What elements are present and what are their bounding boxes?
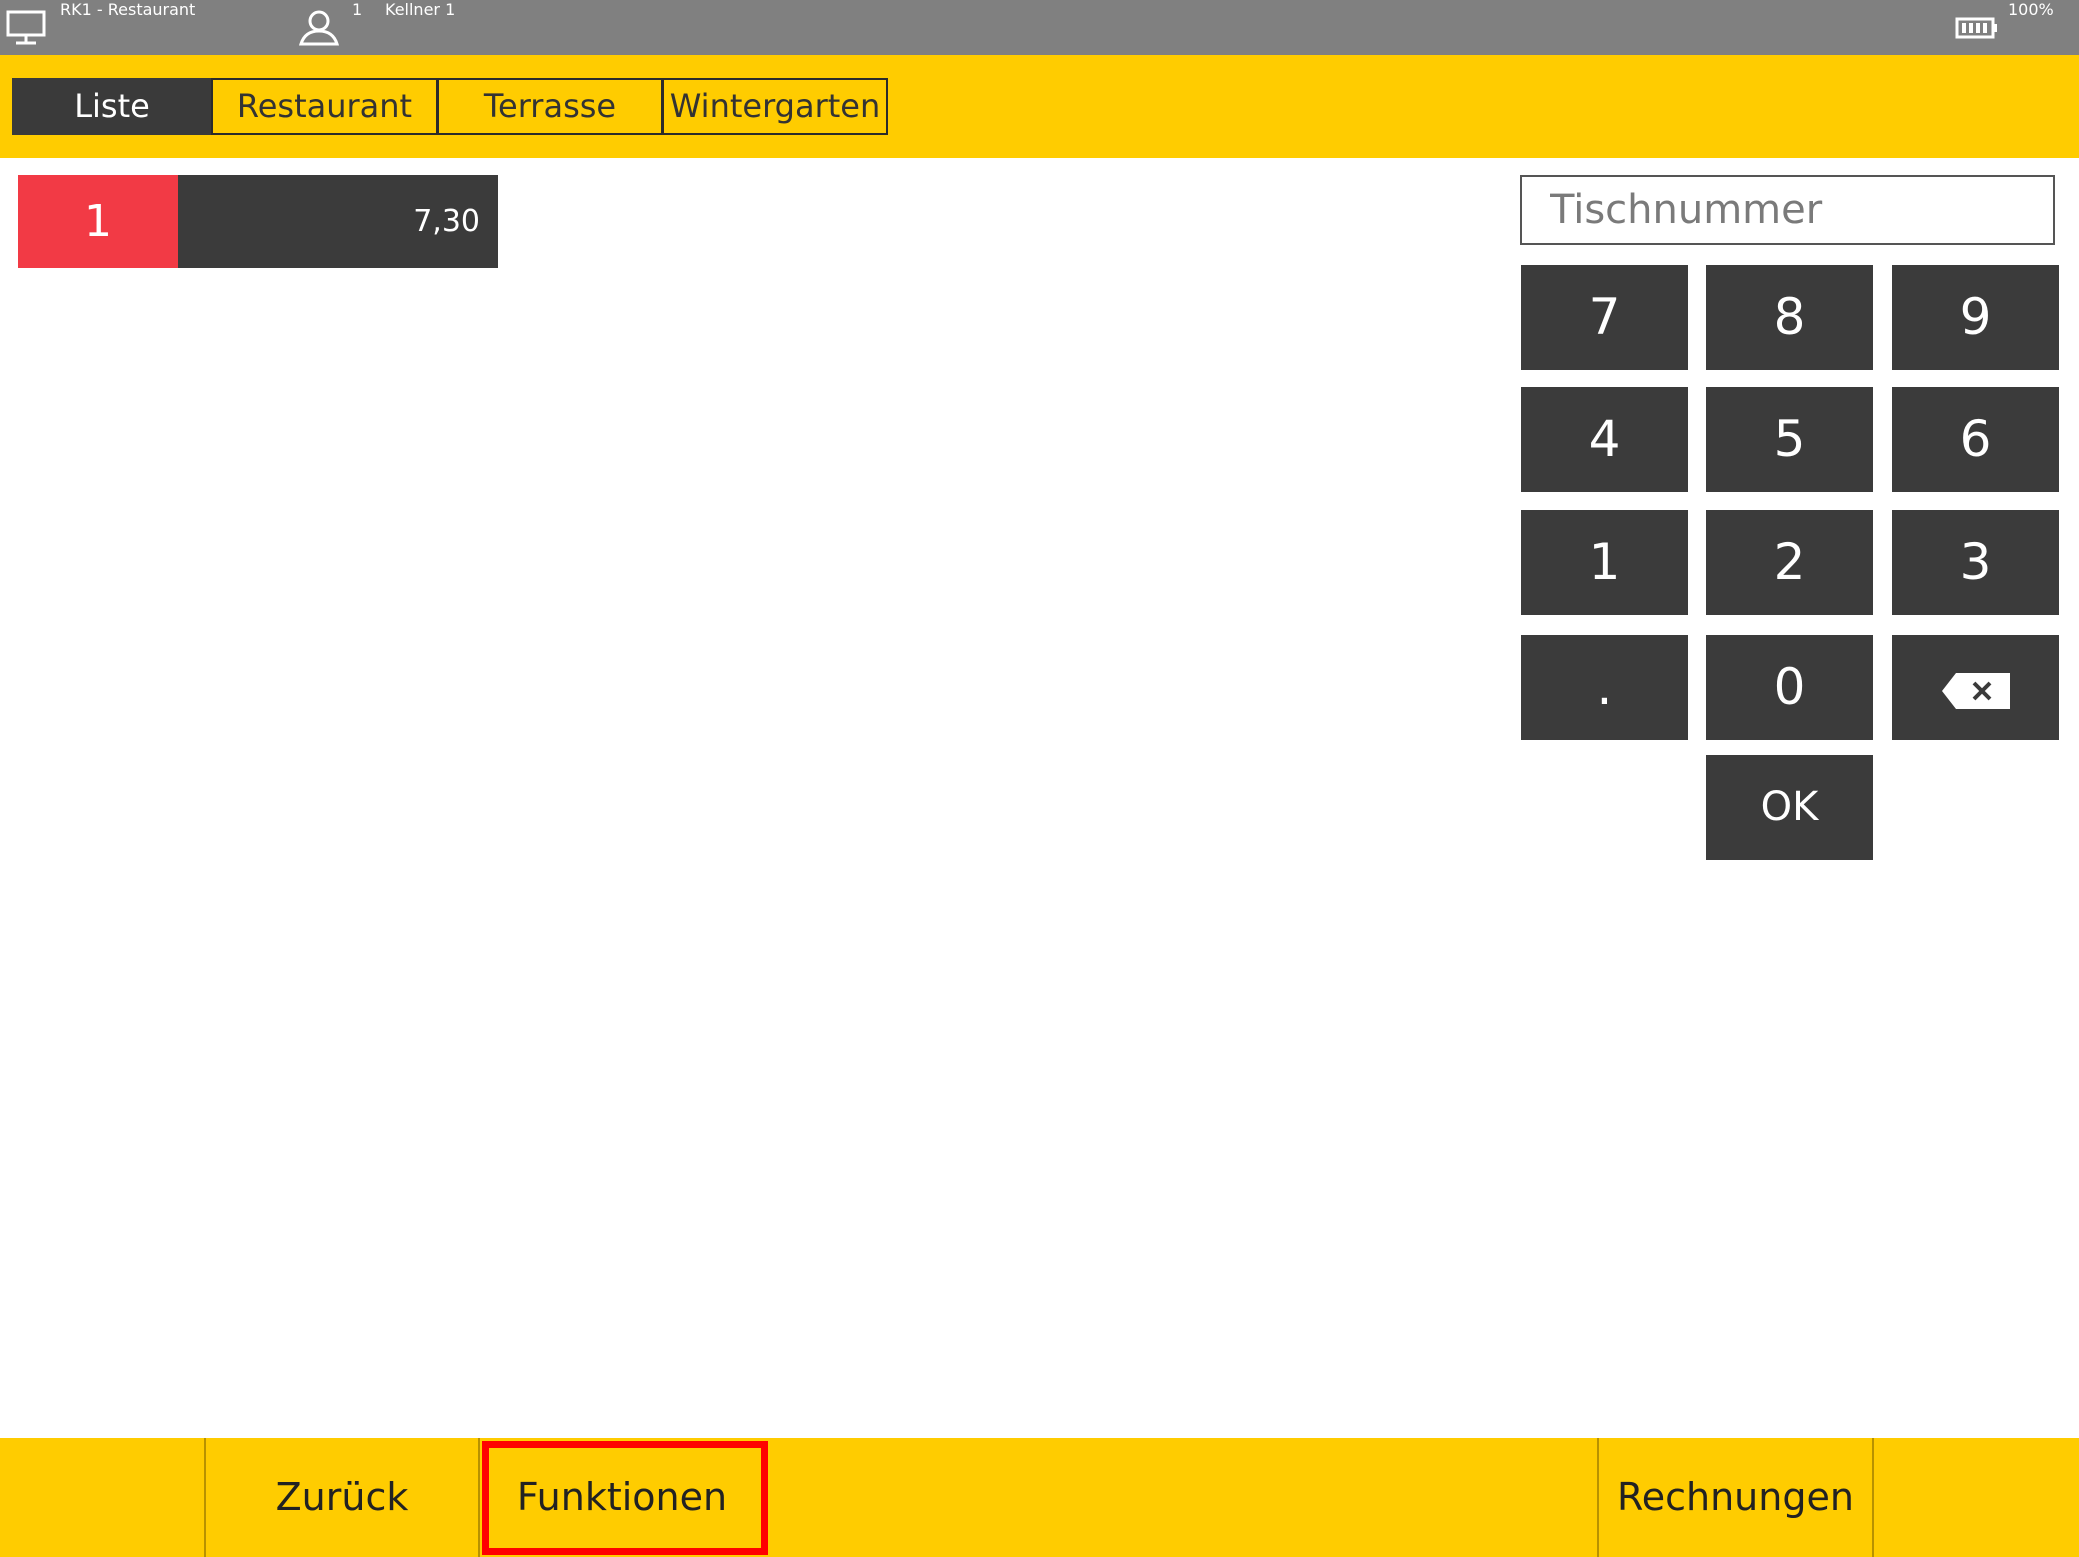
- keypad-ok-button[interactable]: OK: [1706, 755, 1873, 860]
- tab-wintergarten[interactable]: Wintergarten: [662, 78, 888, 135]
- keypad-key-3[interactable]: 3: [1892, 510, 2059, 615]
- tab-restaurant[interactable]: Restaurant: [211, 78, 438, 135]
- keypad-key-8[interactable]: 8: [1706, 265, 1873, 370]
- keypad-backspace-button[interactable]: [1892, 635, 2059, 740]
- table-number-input[interactable]: [1520, 175, 2055, 245]
- app-title: RK1 - Restaurant: [60, 0, 196, 19]
- monitor-icon: [6, 9, 46, 47]
- keypad-key-9[interactable]: 9: [1892, 265, 2059, 370]
- table-tile-number[interactable]: 1: [18, 175, 178, 268]
- keypad-key-7[interactable]: 7: [1521, 265, 1688, 370]
- tab-liste[interactable]: Liste: [12, 78, 212, 135]
- functions-highlight-frame: [482, 1441, 768, 1555]
- keypad-key-1[interactable]: 1: [1521, 510, 1688, 615]
- user-name: Kellner 1: [385, 0, 456, 19]
- user-icon: [297, 9, 341, 47]
- table-tile-amount[interactable]: 7,30: [178, 175, 498, 268]
- battery-icon: [1955, 16, 1999, 40]
- keypad-key-5[interactable]: 5: [1706, 387, 1873, 492]
- back-button[interactable]: Zurück: [206, 1438, 478, 1557]
- keypad-key-0[interactable]: 0: [1706, 635, 1873, 740]
- keypad-key-6[interactable]: 6: [1892, 387, 2059, 492]
- keypad-key-2[interactable]: 2: [1706, 510, 1873, 615]
- invoices-button[interactable]: Rechnungen: [1599, 1438, 1872, 1557]
- backspace-icon: [1940, 671, 2012, 711]
- user-number: 1: [352, 0, 363, 19]
- keypad-key-4[interactable]: 4: [1521, 387, 1688, 492]
- battery-percent: 100%: [2008, 0, 2054, 19]
- keypad-key-decimal[interactable]: .: [1521, 635, 1688, 740]
- bottom-divider: [1872, 1438, 1874, 1557]
- tab-terrasse[interactable]: Terrasse: [437, 78, 663, 135]
